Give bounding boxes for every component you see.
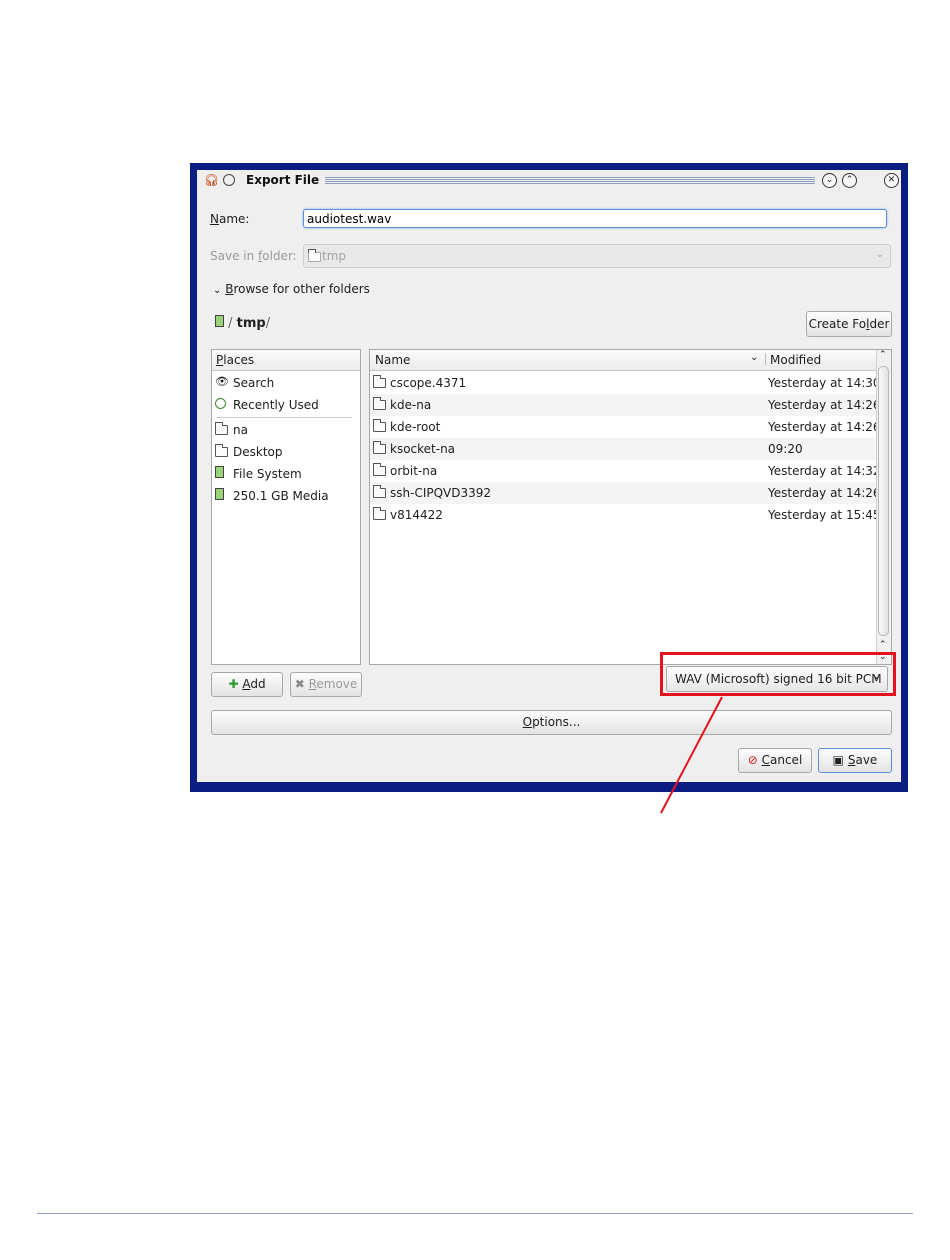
remove-x-icon: ✖ [294, 677, 305, 691]
floppy-disk-icon: ▣ [832, 753, 845, 767]
options-button[interactable]: Options... [211, 710, 892, 735]
save-in-folder-combo[interactable]: tmp ⌄ [303, 244, 891, 268]
headphones-icon: 🎧︎ [204, 173, 220, 187]
binoculars-icon: 👁︎ [215, 375, 229, 388]
drive-icon [215, 466, 224, 478]
file-row[interactable]: ssh-CIPQVD3392 Yesterday at 14:26 [370, 482, 881, 504]
file-row[interactable]: kde-root Yesterday at 14:26 [370, 416, 881, 438]
file-row[interactable]: cscope.4371 Yesterday at 14:30 [370, 372, 881, 394]
file-list-header: Name ⌄ Modified [370, 350, 891, 371]
save-in-folder-value: tmp [322, 249, 347, 263]
window-menu-icon[interactable] [223, 174, 235, 186]
minimize-button[interactable]: ⌄ [822, 173, 837, 188]
place-item-desktop[interactable]: Desktop [212, 441, 360, 463]
scrollbar-thumb[interactable] [878, 366, 889, 636]
create-folder-button[interactable]: Create Folder [806, 311, 892, 337]
window-title: Export File [246, 173, 320, 187]
places-divider [216, 417, 352, 418]
save-in-folder-label: Save in folder: [210, 249, 297, 263]
maximize-button[interactable]: ⌃ [842, 173, 857, 188]
drive-icon[interactable] [215, 315, 224, 327]
name-label: Name: [210, 212, 250, 226]
place-item-search[interactable]: 👁︎ Search [212, 372, 360, 394]
drive-icon [215, 488, 224, 500]
file-row[interactable]: v814422 Yesterday at 15:45 [370, 504, 881, 526]
folder-icon [215, 422, 228, 435]
folder-icon [373, 397, 386, 410]
file-row[interactable]: orbit-na Yesterday at 14:32 [370, 460, 881, 482]
cancel-button[interactable]: ⊘ Cancel [738, 748, 812, 773]
browse-folders-toggle[interactable]: ⌄ Browse for other folders [213, 282, 370, 296]
column-name[interactable]: Name [375, 353, 410, 367]
folder-icon [373, 375, 386, 388]
path-bar: / tmp/ [215, 315, 270, 331]
page-footer-rule [37, 1213, 913, 1214]
file-row[interactable]: kde-na Yesterday at 14:26 [370, 394, 881, 416]
cancel-icon: ⊘ [747, 753, 758, 767]
column-divider [765, 353, 766, 365]
title-bar[interactable]: 🎧︎ Export File ⌄ ⌃ ✕ [197, 170, 901, 192]
column-modified[interactable]: Modified [770, 353, 821, 367]
title-decoration [325, 177, 815, 185]
scroll-up-icon[interactable]: ⌃ [879, 350, 887, 360]
file-list-panel: Name ⌄ Modified cscope.4371 Yesterday at … [369, 349, 892, 665]
folder-icon [215, 444, 228, 457]
plus-icon: ✚ [228, 677, 239, 691]
place-item-file-system[interactable]: File System [212, 463, 360, 485]
place-item-media[interactable]: 250.1 GB Media [212, 485, 360, 507]
folder-icon [373, 507, 386, 520]
folder-icon [373, 419, 386, 432]
recent-icon [215, 398, 226, 409]
file-row[interactable]: ksocket-na 09:20 [370, 438, 877, 460]
format-highlight-box [660, 652, 896, 696]
add-place-button[interactable]: ✚ Add [211, 672, 283, 697]
scroll-up-icon[interactable]: ⌃ [879, 640, 887, 650]
chevron-down-icon: ⌄ [875, 249, 884, 260]
folder-icon [373, 463, 386, 476]
chevron-down-icon: ⌄ [213, 285, 222, 296]
path-segment-tmp[interactable]: tmp [237, 316, 266, 331]
places-panel: Places 👁︎ Search Recently Used na Desktop… [211, 349, 361, 665]
save-button[interactable]: ▣ Save [818, 748, 892, 773]
name-input[interactable] [303, 209, 887, 228]
export-file-dialog: 🎧︎ Export File ⌄ ⌃ ✕ Name: Save in folde… [190, 163, 908, 792]
close-button[interactable]: ✕ [884, 173, 899, 188]
remove-place-button[interactable]: ✖ Remove [290, 672, 362, 697]
place-item-na[interactable]: na [212, 419, 360, 441]
place-item-recently-used[interactable]: Recently Used [212, 394, 360, 416]
folder-icon [308, 249, 321, 262]
folder-icon [373, 485, 386, 498]
places-header[interactable]: Places [212, 350, 360, 371]
sort-chevron-down-icon: ⌄ [750, 352, 759, 363]
vertical-scrollbar[interactable]: ⌃ ⌃ ⌄ [876, 350, 891, 664]
folder-icon [373, 441, 386, 454]
